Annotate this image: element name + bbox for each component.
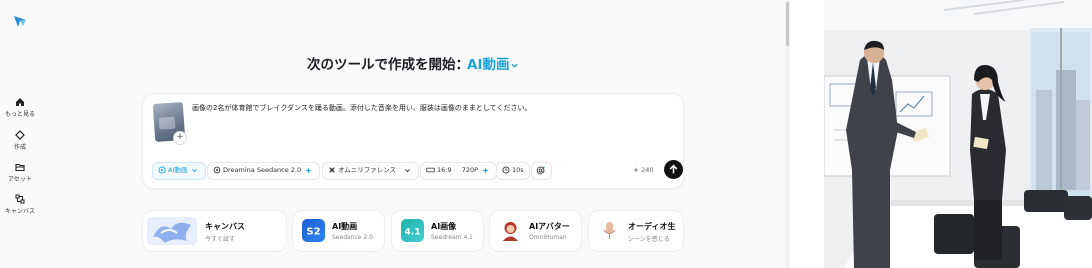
ai-image-icon: 4.1 (401, 219, 424, 242)
home-icon (16, 98, 24, 106)
tool-card-ai-avatar[interactable]: AIアバター OmniHuman (489, 210, 582, 252)
ratio-label: 16:9 (437, 166, 452, 174)
tool-card-subtitle: シーンを感じる (628, 236, 670, 243)
app-main: もっと見る 作成 アセット キャンバス 次のツールで作成を開始： AI動画 + … (0, 0, 790, 268)
tool-card-subtitle: Seedance 2.0 (332, 234, 373, 241)
reference-label: オムニリファレンス (338, 166, 397, 174)
tool-card-subtitle: Seedream 4.1 (431, 234, 473, 241)
page-title: 次のツールで作成を開始： (307, 57, 469, 73)
canvas-thumbnail-icon (147, 217, 197, 245)
divider (790, 0, 824, 268)
credit-cost: 240 (633, 162, 654, 178)
sidebar-item-create[interactable]: 作成 (0, 130, 40, 151)
logo-icon[interactable] (12, 13, 28, 29)
tool-card-title: オーディオ生 (628, 222, 676, 231)
canvas-icon (15, 194, 25, 204)
duration-label: 10s (512, 166, 524, 174)
generation-toolbar: AI動画 Dreamina Seedance 2.0 オムニリファレンス 16:… (152, 160, 683, 180)
office-scene-image (824, 0, 1092, 268)
tool-selector-dropdown[interactable]: AI動画 (467, 53, 519, 73)
generate-button[interactable] (664, 160, 683, 179)
clock-icon (502, 166, 510, 174)
sparkle-icon (482, 166, 489, 174)
credit-value: 240 (641, 166, 654, 174)
tool-selector-label: AI動画 (467, 57, 510, 73)
prompt-composer: + 画像の2名が体育館でブレイクダンスを踊る動画。添付した音楽を用い、服装は画像… (142, 93, 684, 189)
tool-card-title: AIアバター (529, 222, 570, 231)
model-select[interactable]: Dreamina Seedance 2.0 (207, 162, 321, 180)
chevron-down-icon (405, 168, 411, 172)
duration-select[interactable]: 10s (496, 162, 530, 180)
credit-icon (633, 167, 639, 173)
aspect-ratio-icon (426, 167, 435, 173)
tool-card-ai-video[interactable]: S2 AI動画 Seedance 2.0 (292, 210, 385, 252)
format-select[interactable]: 16:9 720P (420, 162, 498, 180)
tool-card-audio[interactable]: オーディオ生 シーンを感じる (588, 210, 684, 252)
omni-reference-icon (329, 167, 335, 173)
sidebar-item-label: キャンバス (4, 208, 35, 215)
add-reference-button[interactable]: + (173, 131, 187, 145)
mode-select[interactable]: AI動画 (152, 162, 207, 180)
tool-card-subtitle: OmniHuman (529, 234, 567, 241)
tool-card-title: AI画像 (431, 222, 457, 231)
svg-text:S2: S2 (306, 227, 320, 238)
scrollbar-thumb[interactable] (786, 2, 789, 46)
model-label: Dreamina Seedance 2.0 (223, 166, 302, 174)
chevron-down-icon (192, 168, 198, 172)
reference-select[interactable]: オムニリファレンス (322, 162, 420, 180)
microphone-icon (598, 219, 621, 242)
reference-photo: AI (824, 0, 1092, 268)
video-mode-icon (158, 166, 166, 174)
sparkle-icon (305, 166, 312, 174)
ai-video-icon: S2 (302, 219, 325, 242)
diamond-icon (15, 130, 25, 140)
mode-label: AI動画 (168, 166, 188, 174)
audio-option-button[interactable] (531, 162, 552, 180)
sidebar-item-assets[interactable]: アセット (0, 162, 40, 183)
tool-card-title: AI動画 (332, 222, 358, 231)
tool-card-subtitle: 今すぐ試す (205, 236, 236, 243)
folder-icon (15, 163, 25, 172)
resolution-label: 720P (461, 166, 479, 174)
sidebar-item-label: もっと見る (4, 111, 35, 118)
model-icon (213, 166, 221, 174)
tool-card-canvas[interactable]: キャンバス 今すぐ試す (142, 210, 287, 252)
sidebar-item-label: アセット (8, 176, 32, 183)
svg-text:4.1: 4.1 (405, 228, 421, 238)
ai-avatar-icon (499, 219, 522, 242)
prompt-input[interactable]: 画像の2名が体育館でブレイクダンスを踊る動画。添付した音楽を用い、服装は画像のま… (192, 103, 662, 113)
sidebar: もっと見る 作成 アセット キャンバス (0, 0, 40, 268)
chevron-down-icon (511, 63, 519, 68)
tool-card-ai-image[interactable]: 4.1 AI画像 Seedream 4.1 (391, 210, 484, 252)
arrow-up-icon (669, 164, 678, 174)
at-sign-icon (536, 166, 545, 174)
sidebar-item-label: 作成 (13, 144, 26, 151)
tool-card-title: キャンバス (205, 222, 245, 231)
sidebar-item-more[interactable]: もっと見る (0, 97, 40, 118)
sidebar-item-canvas[interactable]: キャンバス (0, 194, 40, 215)
